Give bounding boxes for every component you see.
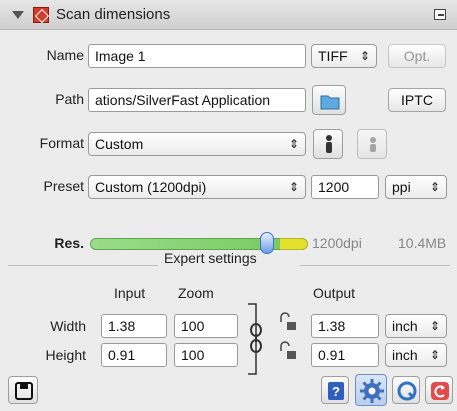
panel-title: Scan dimensions (56, 6, 171, 23)
select-arrows-icon: ⇕ (288, 137, 299, 151)
preset-value: Custom (1200dpi) (95, 179, 207, 195)
format-select[interactable]: Custom ⇕ (88, 132, 306, 156)
scan-dimensions-panel: Scan dimensions Name Image 1 TIFF ⇕ Opt.… (0, 0, 457, 411)
height-unit-value: inch (392, 347, 418, 363)
q-icon (397, 381, 417, 401)
separator-left (8, 265, 158, 266)
portrait-orientation-button[interactable] (313, 129, 343, 159)
width-lock-button[interactable] (278, 312, 300, 334)
path-label: Path (55, 91, 84, 107)
lock-icon (280, 341, 296, 359)
width-label: Width (50, 318, 86, 334)
height-output-field[interactable]: 0.91 (311, 343, 379, 367)
portrait-icon (326, 135, 332, 153)
floppy-disk-icon (15, 382, 33, 400)
preset-label: Preset (43, 178, 84, 194)
panel-options-icon[interactable] (434, 9, 446, 20)
file-format-value: TIFF (318, 48, 348, 64)
height-label: Height (45, 347, 86, 363)
expert-settings-title: Expert settings (164, 250, 257, 266)
select-arrows-icon: ⇕ (429, 348, 440, 362)
zoom-column-header: Zoom (178, 285, 214, 301)
svg-text:?: ? (332, 384, 340, 399)
unit-value: ppi (392, 179, 411, 195)
collapse-triangle-icon[interactable] (12, 11, 24, 19)
width-input-field[interactable]: 1.38 (101, 314, 167, 338)
res-dpi-readout: 1200dpi (312, 235, 362, 251)
format-value: Custom (95, 136, 144, 152)
height-input-field[interactable]: 0.91 (101, 343, 167, 367)
res-label: Res. (54, 235, 84, 251)
save-preset-button[interactable] (8, 376, 38, 404)
landscape-icon (370, 137, 376, 152)
separator-right (300, 265, 450, 266)
lock-icon (280, 312, 296, 330)
height-unit-select[interactable]: inch ⇕ (385, 343, 447, 367)
width-output-field[interactable]: 1.38 (311, 314, 379, 338)
help-icon: ? (328, 382, 344, 400)
width-unit-select[interactable]: inch ⇕ (385, 314, 447, 338)
name-label: Name (46, 47, 84, 63)
preset-select[interactable]: Custom (1200dpi) ⇕ (88, 175, 306, 199)
gear-icon (360, 379, 384, 403)
file-format-select[interactable]: TIFF ⇕ (311, 44, 377, 68)
resolution-slider-track[interactable] (90, 238, 308, 250)
file-size-readout: 10.4MB (398, 235, 447, 251)
width-unit-value: inch (392, 318, 418, 334)
reset-icon (431, 382, 449, 400)
folder-icon (320, 95, 340, 110)
unit-select[interactable]: ppi ⇕ (385, 175, 447, 199)
chain-link-icon (248, 303, 262, 375)
select-arrows-icon: ⇕ (359, 49, 370, 63)
resolution-slider-warning-zone (280, 238, 308, 250)
landscape-orientation-button[interactable] (357, 129, 387, 159)
folder-button[interactable] (312, 85, 346, 115)
output-column-header: Output (313, 285, 356, 301)
select-arrows-icon: ⇕ (429, 319, 440, 333)
width-zoom-field[interactable]: 100 (174, 314, 238, 338)
settings-button[interactable] (355, 374, 387, 406)
resolution-slider-knob[interactable] (259, 232, 274, 254)
iptc-button[interactable]: IPTC (388, 88, 446, 112)
height-lock-button[interactable] (278, 341, 300, 363)
proportion-chain-button[interactable] (244, 300, 272, 380)
resolution-field[interactable]: 1200 (311, 175, 379, 199)
reset-button[interactable] (425, 376, 453, 404)
input-column-header: Input (114, 285, 146, 301)
select-arrows-icon: ⇕ (288, 180, 299, 194)
path-field[interactable]: ations/SilverFast Application (88, 88, 306, 112)
height-zoom-field[interactable]: 100 (174, 343, 238, 367)
opt-button[interactable]: Opt. (388, 44, 446, 68)
name-field[interactable]: Image 1 (88, 44, 306, 68)
scan-frame-icon (33, 7, 49, 23)
select-arrows-icon: ⇕ (429, 180, 440, 194)
quality-check-button[interactable] (392, 376, 420, 404)
format-label: Format (39, 135, 84, 151)
help-button[interactable]: ? (321, 376, 349, 404)
